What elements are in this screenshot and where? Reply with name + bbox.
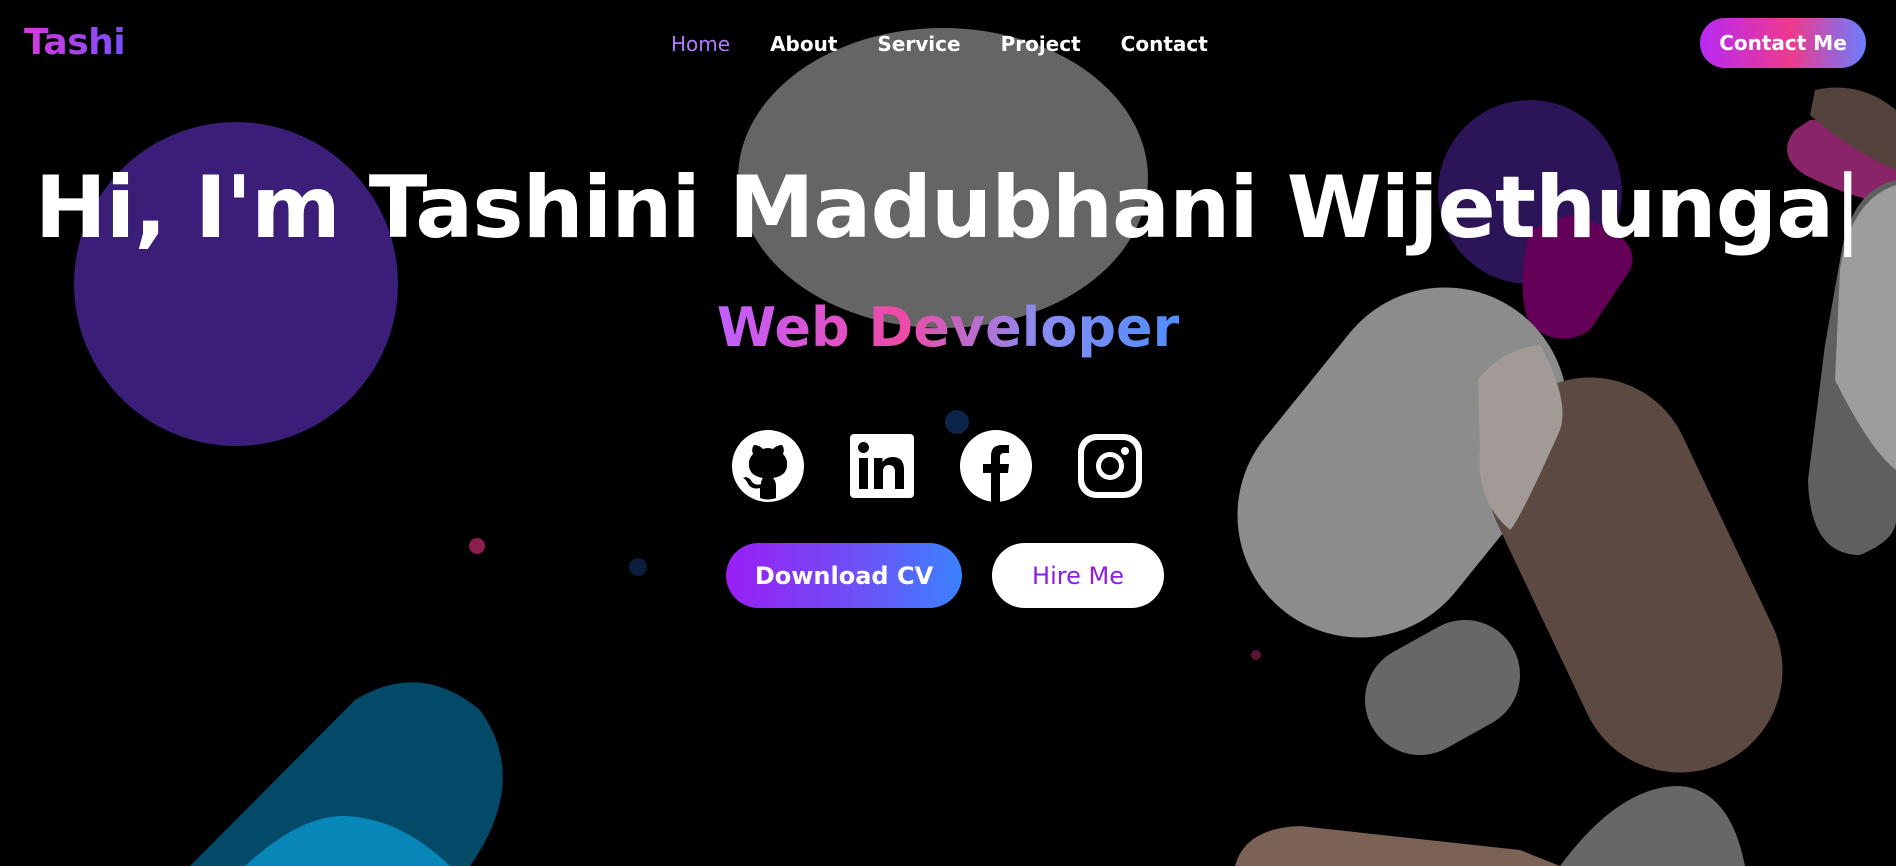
linkedin-icon[interactable] bbox=[844, 428, 920, 504]
main-nav: Home About Service Project Contact bbox=[671, 32, 1208, 56]
hire-me-button[interactable]: Hire Me bbox=[992, 543, 1164, 608]
dot bbox=[469, 538, 485, 554]
nav-home[interactable]: Home bbox=[671, 32, 730, 56]
dot bbox=[629, 558, 647, 576]
social-links bbox=[730, 428, 1148, 504]
nav-about[interactable]: About bbox=[770, 32, 837, 56]
download-cv-button[interactable]: Download CV bbox=[726, 543, 962, 608]
typing-cursor: | bbox=[1833, 158, 1862, 258]
gray-blob-bottom bbox=[1560, 785, 1745, 866]
nav-contact[interactable]: Contact bbox=[1121, 32, 1208, 56]
hero-heading: Hi, I'm Tashini Madubhani Wijethunga| bbox=[0, 150, 1896, 266]
logo[interactable]: Tashi bbox=[24, 22, 126, 63]
gray-pill bbox=[1237, 287, 1568, 638]
brown-blob-bottom bbox=[1235, 826, 1560, 866]
hero-section: Hi, I'm Tashini Madubhani Wijethunga| We… bbox=[0, 150, 1896, 359]
instagram-icon[interactable] bbox=[1072, 428, 1148, 504]
hero-heading-text: Hi, I'm Tashini Madubhani Wijethunga bbox=[34, 158, 1834, 258]
hero-actions: Download CV Hire Me bbox=[726, 543, 1164, 608]
nav-project[interactable]: Project bbox=[1001, 32, 1081, 56]
dot bbox=[1251, 650, 1261, 660]
github-icon[interactable] bbox=[730, 428, 806, 504]
nav-service[interactable]: Service bbox=[877, 32, 960, 56]
small-gray-pill bbox=[1365, 620, 1520, 755]
top-navbar: Tashi Home About Service Project Contact… bbox=[0, 0, 1896, 88]
hero-role: Web Developer bbox=[716, 296, 1180, 359]
contact-me-button[interactable]: Contact Me bbox=[1700, 18, 1866, 68]
facebook-icon[interactable] bbox=[958, 428, 1034, 504]
brown-pill bbox=[1487, 377, 1783, 773]
